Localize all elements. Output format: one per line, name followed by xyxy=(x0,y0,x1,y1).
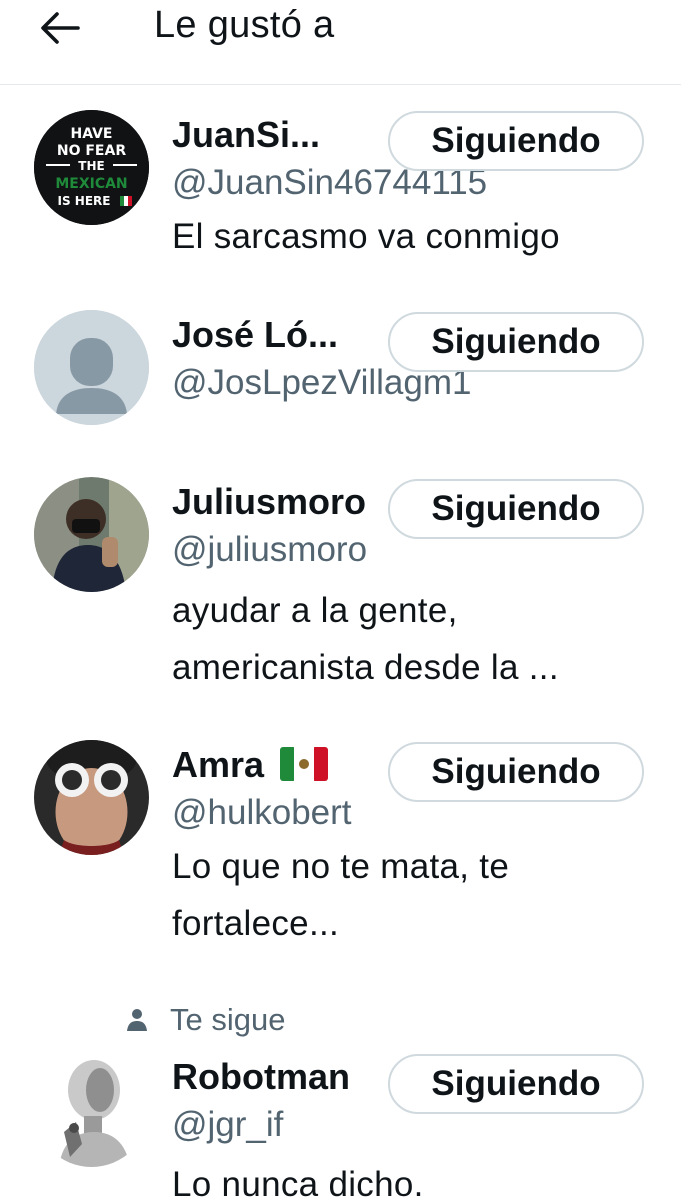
avatar[interactable] xyxy=(34,310,149,425)
user-bio-line: americanista desde la ... xyxy=(172,648,559,687)
person-icon xyxy=(127,1009,147,1031)
user-bio-line: El sarcasmo va conmigo xyxy=(172,217,560,256)
user-bio-line: fortalece... xyxy=(172,904,340,943)
liked-by-page: Le gustó a HAVE NO FEAR THE MEXICAN IS H… xyxy=(0,0,681,1200)
user-name[interactable]: José Ló... xyxy=(172,314,338,356)
avatar[interactable] xyxy=(34,1052,149,1167)
user-name[interactable]: Amra xyxy=(172,744,329,786)
user-handle: @juliusmoro xyxy=(172,530,368,569)
user-bio-line: Lo que no te mata, te xyxy=(172,847,510,886)
header: Le gustó a xyxy=(0,0,681,85)
following-button[interactable]: Siguiendo xyxy=(388,312,644,372)
follows-you-label: Te sigue xyxy=(126,1000,285,1040)
user-name[interactable]: JuanSi... xyxy=(172,114,320,156)
user-handle: @jgr_if xyxy=(172,1105,284,1144)
svg-text:IS HERE: IS HERE xyxy=(58,194,111,208)
user-name[interactable]: Juliusmoro xyxy=(172,481,366,523)
mexico-flag-icon xyxy=(280,747,329,781)
page-title: Le gustó a xyxy=(154,4,335,46)
avatar[interactable] xyxy=(34,477,149,592)
arrow-left-icon xyxy=(41,12,80,44)
follows-you-text: Te sigue xyxy=(170,1002,286,1037)
following-button[interactable]: Siguiendo xyxy=(388,1054,644,1114)
user-name[interactable]: Robotman xyxy=(172,1056,350,1098)
avatar-photo xyxy=(34,1052,149,1167)
avatar-photo xyxy=(34,477,149,592)
following-button[interactable]: Siguiendo xyxy=(388,479,644,539)
svg-text:MEXICAN: MEXICAN xyxy=(55,176,127,192)
user-handle: @hulkobert xyxy=(172,793,352,832)
svg-text:HAVE: HAVE xyxy=(71,126,113,142)
user-name-text: Amra xyxy=(172,744,265,785)
avatar[interactable]: HAVE NO FEAR THE MEXICAN IS HERE xyxy=(34,110,149,225)
following-button[interactable]: Siguiendo xyxy=(388,742,644,802)
avatar-logo-image: HAVE NO FEAR THE MEXICAN IS HERE xyxy=(34,110,149,225)
avatar-photo xyxy=(34,740,149,855)
avatar[interactable] xyxy=(34,740,149,855)
following-button[interactable]: Siguiendo xyxy=(388,111,644,171)
svg-text:THE: THE xyxy=(78,159,104,173)
user-bio-line: Lo nunca dicho. xyxy=(172,1165,424,1200)
back-button[interactable] xyxy=(34,2,86,54)
svg-text:NO FEAR: NO FEAR xyxy=(57,143,126,159)
default-profile-icon xyxy=(34,310,149,425)
user-bio-line: ayudar a la gente, xyxy=(172,591,458,630)
